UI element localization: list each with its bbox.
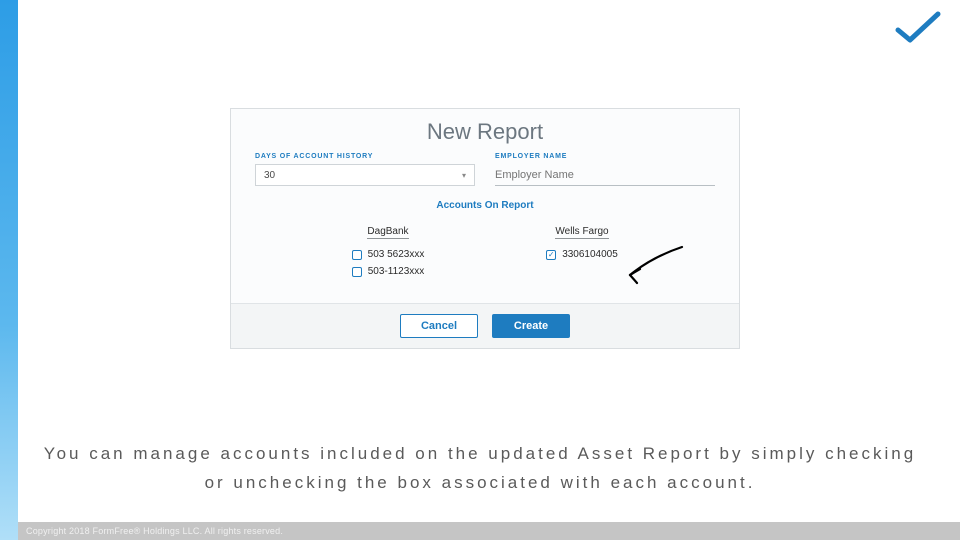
create-button[interactable]: Create [492, 314, 570, 338]
days-label: DAYS OF ACCOUNT HISTORY [255, 153, 475, 160]
bank-column-0: DagBank 503 5623xxx 503-1123xxx [291, 221, 485, 283]
bank-name: Wells Fargo [555, 226, 608, 239]
checkbox-icon[interactable] [352, 267, 362, 277]
cancel-button[interactable]: Cancel [400, 314, 478, 338]
new-report-modal: New Report DAYS OF ACCOUNT HISTORY 30 ▾ … [230, 108, 740, 349]
accounts-section-title: Accounts On Report [231, 194, 739, 221]
copyright-footer: Copyright 2018 FormFree® Holdings LLC. A… [18, 522, 960, 540]
employer-input[interactable] [495, 164, 715, 186]
account-number: 503 5623xxx [368, 249, 425, 260]
days-select[interactable]: 30 ▾ [255, 164, 475, 186]
form-row: DAYS OF ACCOUNT HISTORY 30 ▾ EMPLOYER NA… [231, 153, 739, 194]
accounts-row: DagBank 503 5623xxx 503-1123xxx Wells Fa… [231, 221, 739, 303]
slide: New Report DAYS OF ACCOUNT HISTORY 30 ▾ … [0, 0, 960, 540]
logo-check-icon [894, 10, 942, 51]
checkbox-checked-icon[interactable] [546, 250, 556, 260]
checkbox-icon[interactable] [352, 250, 362, 260]
bank-name: DagBank [367, 226, 408, 239]
button-bar: Cancel Create [231, 303, 739, 348]
account-number: 3306104005 [562, 249, 618, 260]
account-item[interactable]: 3306104005 [485, 249, 679, 260]
modal-title: New Report [231, 109, 739, 153]
account-item[interactable]: 503 5623xxx [291, 249, 485, 260]
days-field-group: DAYS OF ACCOUNT HISTORY 30 ▾ [255, 153, 475, 186]
chevron-down-icon: ▾ [462, 171, 466, 180]
bank-column-1: Wells Fargo 3306104005 [485, 221, 679, 283]
left-accent-bar [0, 0, 18, 540]
account-number: 503-1123xxx [368, 266, 425, 277]
slide-caption: You can manage accounts included on the … [30, 440, 930, 498]
employer-label: EMPLOYER NAME [495, 153, 715, 160]
account-item[interactable]: 503-1123xxx [291, 266, 485, 277]
employer-field-group: EMPLOYER NAME [495, 153, 715, 186]
days-value: 30 [264, 170, 275, 181]
